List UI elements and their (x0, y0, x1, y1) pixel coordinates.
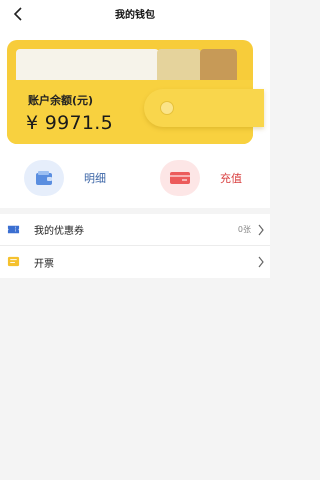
page-title: 我的钱包 (115, 10, 155, 21)
list-item-label: 开票 (34, 258, 54, 270)
header-area: 我的钱包 账户余额(元) ¥ 9971.5 明细 充值 (0, 0, 270, 208)
chevron-right-icon (258, 256, 264, 268)
card-icon (160, 160, 200, 196)
coupon-count: 0张 (237, 225, 251, 234)
recharge-button[interactable]: 充值 (160, 160, 242, 196)
balance-label: 账户余额(元) (28, 94, 94, 107)
clasp-button-icon (160, 101, 174, 115)
ticket-icon (7, 225, 20, 234)
wallet-clasp (144, 89, 264, 127)
options-list: 我的优惠券 0张 开票 (0, 214, 270, 278)
list-item-label: 我的优惠券 (34, 226, 84, 237)
wallet-icon (24, 160, 64, 196)
list-item-coupons[interactable]: 我的优惠券 0张 (0, 214, 270, 246)
recharge-label: 充值 (220, 172, 242, 185)
balance-value: ¥ 9971.5 (26, 112, 114, 134)
detail-button[interactable]: 明细 (24, 160, 106, 196)
list-item-invoice[interactable]: 开票 (0, 246, 270, 278)
detail-label: 明细 (84, 172, 106, 185)
chevron-right-icon (258, 224, 264, 236)
invoice-icon (7, 256, 20, 267)
navigation-bar: 我的钱包 (0, 0, 270, 30)
